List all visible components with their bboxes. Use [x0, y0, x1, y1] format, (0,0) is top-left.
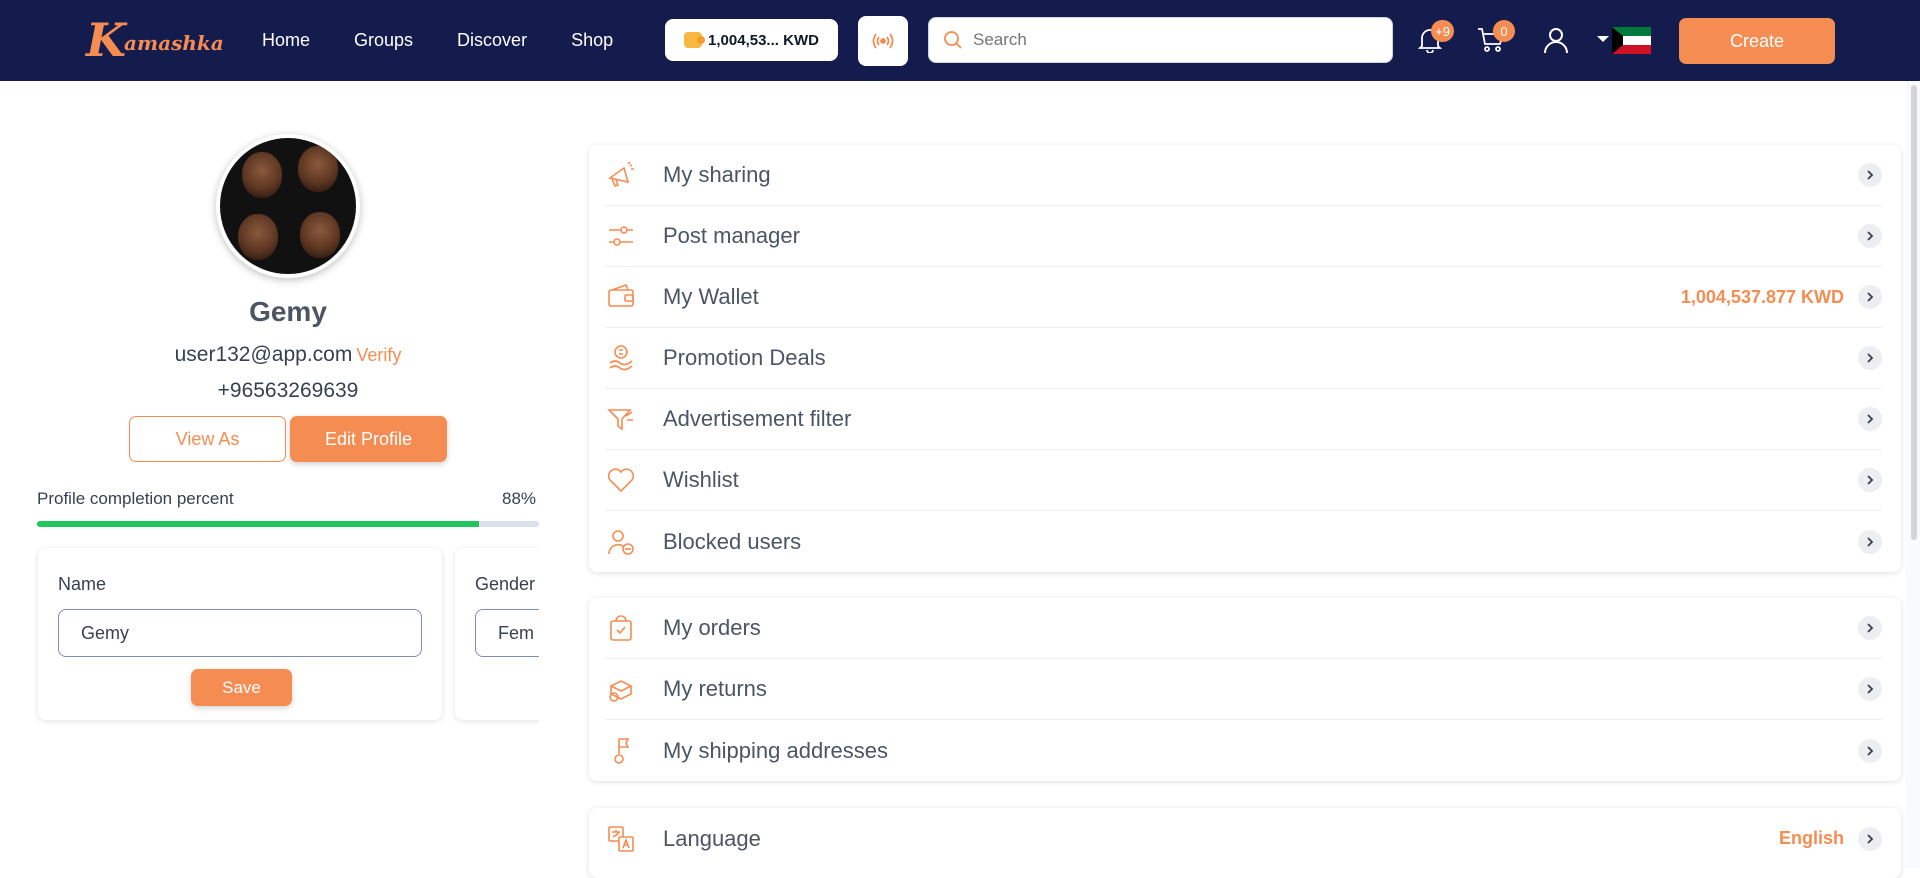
kamashka-logo[interactable]: K amashka [86, 12, 224, 68]
profile-completion-bar [37, 521, 539, 527]
chevron-right-icon [1858, 224, 1882, 248]
current-language-value: English [1778, 828, 1844, 848]
coins-icon [684, 32, 706, 48]
menu-label: Advertisement filter [663, 406, 852, 431]
menu-label: Blocked users [663, 528, 802, 554]
name-field-card: Name Gemy Save [38, 548, 442, 720]
wallet-balance-text: 1,004,53... KWD [708, 31, 819, 49]
top-navigation-bar: K amashka Home Groups Discover Shop 1,00… [0, 0, 1920, 81]
menu-label: My Wallet [663, 284, 759, 309]
heart-icon [605, 464, 637, 496]
language-dropdown-caret-icon[interactable] [1597, 36, 1609, 42]
kuwait-flag-icon[interactable] [1612, 27, 1651, 54]
create-button[interactable]: Create [1679, 18, 1835, 64]
view-as-button[interactable]: View As [129, 416, 286, 462]
location-pin-icon [605, 735, 637, 767]
name-input[interactable]: Gemy [58, 609, 422, 657]
account-menu-card: My sharing Post manager My Wallet 1,004,… [589, 145, 1901, 572]
search-icon [944, 31, 962, 49]
profile-completion-value: 88% [502, 489, 537, 508]
menu-label: Post manager [663, 223, 800, 248]
wallet-balance-value: 1,004,537.877 KWD [1680, 286, 1844, 307]
cart-button[interactable]: 0 [1473, 20, 1515, 58]
menu-label: My shipping addresses [663, 737, 889, 763]
shopping-bag-icon [605, 612, 637, 644]
search-bar[interactable] [928, 17, 1393, 63]
money-icon [605, 342, 637, 374]
sliders-icon [605, 220, 637, 252]
profile-completion-label: Profile completion percent [37, 489, 234, 508]
scrollbar-thumb[interactable] [1911, 85, 1917, 540]
chevron-right-icon [1858, 163, 1882, 187]
chevron-right-icon [1858, 738, 1882, 763]
logo-letter: K [86, 13, 126, 67]
megaphone-icon [605, 159, 637, 191]
chevron-right-icon [1858, 285, 1882, 309]
notifications-badge: +9 [1431, 20, 1454, 42]
gender-select[interactable]: Fem [475, 609, 539, 657]
profile-email-line: user132@app.com Verify [0, 343, 576, 367]
blocked-user-icon [605, 526, 637, 558]
translate-icon [605, 823, 637, 855]
menu-item-advertisement-filter[interactable]: Advertisement filter [605, 389, 1882, 450]
chevron-right-icon [1858, 677, 1882, 701]
nav-shop[interactable]: Shop [571, 30, 613, 51]
filter-icon [605, 403, 637, 435]
wallet-icon [605, 281, 637, 313]
chevron-right-icon [1858, 468, 1882, 492]
menu-label: Wishlist [663, 467, 739, 492]
nav-groups[interactable]: Groups [354, 30, 413, 51]
name-field-label: Name [58, 574, 107, 594]
chevron-right-icon [1858, 616, 1882, 640]
menu-item-my-orders[interactable]: My orders [605, 598, 1882, 659]
menu-label: My sharing [663, 162, 771, 187]
menu-item-wishlist[interactable]: Wishlist [605, 450, 1882, 511]
profile-completion-fill [37, 521, 479, 527]
menu-label: Language [663, 825, 761, 851]
nav-home[interactable]: Home [262, 30, 310, 51]
menu-label: Promotion Deals [663, 345, 826, 370]
account-button[interactable] [1538, 22, 1574, 58]
wallet-balance-button[interactable]: 1,004,53... KWD [665, 19, 838, 61]
menu-item-my-wallet[interactable]: My Wallet 1,004,537.877 KWD [605, 267, 1882, 328]
chevron-right-icon [1858, 826, 1882, 851]
main-nav: Home Groups Discover Shop [262, 0, 657, 81]
profile-avatar[interactable] [216, 134, 360, 278]
edit-profile-button[interactable]: Edit Profile [290, 416, 447, 462]
profile-name: Gemy [249, 296, 327, 327]
menu-item-promotion-deals[interactable]: Promotion Deals [605, 328, 1882, 389]
profile-fields-carousel[interactable]: Name Gemy Save Gender Fem [30, 543, 539, 733]
live-broadcast-button[interactable] [858, 16, 908, 66]
menu-item-my-returns[interactable]: My returns [605, 659, 1882, 720]
broadcast-icon [872, 33, 894, 49]
user-icon [1544, 28, 1568, 54]
gender-field-card: Gender Fem [455, 548, 539, 720]
menu-item-blocked-users[interactable]: Blocked users [605, 511, 1882, 572]
nav-discover[interactable]: Discover [457, 30, 527, 51]
logo-text: amashka [123, 31, 224, 55]
menu-item-my-shipping-addresses[interactable]: My shipping addresses [605, 720, 1882, 781]
gender-field-label: Gender [475, 574, 536, 594]
search-input[interactable] [973, 30, 1373, 50]
notifications-button[interactable]: +9 [1412, 20, 1454, 58]
menu-label: My orders [663, 615, 761, 640]
orders-menu-card: My orders My returns My shipping address… [589, 598, 1901, 781]
menu-item-language[interactable]: Language English [605, 808, 1882, 869]
menu-item-my-sharing[interactable]: My sharing [605, 145, 1882, 206]
menu-label: My returns [663, 676, 767, 701]
profile-email: user132@app.com [174, 343, 353, 366]
profile-phone: +96563269639 [217, 379, 359, 402]
chevron-right-icon [1858, 346, 1882, 370]
chevron-right-icon [1858, 529, 1882, 554]
save-name-button[interactable]: Save [191, 669, 292, 706]
chevron-right-icon [1858, 407, 1882, 431]
cart-badge: 0 [1493, 20, 1515, 42]
verify-link[interactable]: Verify [356, 345, 401, 365]
menu-item-post-manager[interactable]: Post manager [605, 206, 1882, 267]
returns-icon [605, 673, 637, 705]
